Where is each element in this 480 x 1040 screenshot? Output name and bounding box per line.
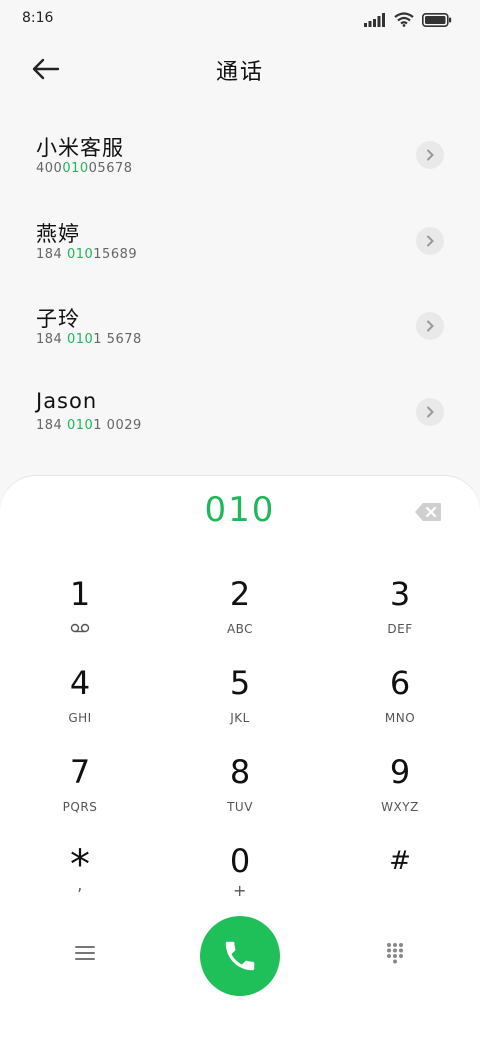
key-digit: 1: [69, 575, 91, 613]
key-digit: 9: [389, 753, 411, 791]
number-suffix: 1 5678: [93, 332, 142, 347]
key-6[interactable]: 6 MNO: [320, 663, 480, 751]
backspace-button[interactable]: [414, 502, 442, 522]
number-suffix: 1 0029: [93, 417, 142, 433]
key-star[interactable]: * ,: [0, 841, 160, 929]
key-5[interactable]: 5 JKL: [160, 663, 320, 751]
call-button[interactable]: [200, 916, 280, 996]
chevron-right-icon: [427, 406, 434, 417]
key-2[interactable]: 2 ABC: [160, 574, 320, 662]
number-prefix: 400: [36, 161, 63, 176]
contact-name: 小米客服: [36, 136, 124, 160]
key-9[interactable]: 9 WXYZ: [320, 752, 480, 840]
signal-icon: [364, 12, 385, 27]
key-digit: 8: [229, 753, 251, 791]
contact-detail-button[interactable]: [416, 141, 444, 169]
key-hash[interactable]: #: [320, 841, 480, 929]
key-digit: 7: [69, 753, 91, 791]
key-8[interactable]: 8 TUV: [160, 752, 320, 840]
key-letters: MNO: [384, 711, 416, 725]
key-digit: 4: [69, 664, 91, 702]
chevron-right-icon: [427, 235, 434, 246]
dialpad-panel: 010 1 2 ABC 3 DEF 4 GHI 5 JKL 6 MNO 7 PQ…: [0, 476, 480, 1040]
key-letters: ABC: [226, 622, 254, 636]
wifi-icon: [394, 12, 414, 27]
contact-detail-button[interactable]: [416, 397, 444, 426]
key-digit: 2: [229, 575, 251, 613]
contact-row[interactable]: 子玲 184 0101 5678: [0, 289, 480, 375]
key-1[interactable]: 1: [0, 574, 160, 662]
key-3[interactable]: 3 DEF: [320, 574, 480, 662]
key-letters: JKL: [230, 711, 250, 725]
number-match: 010: [66, 417, 94, 433]
key-letters: GHI: [68, 711, 92, 725]
contact-number: 40001005678: [36, 161, 133, 176]
contact-row[interactable]: 小米客服 40001005678: [0, 118, 480, 204]
page-title: 通话: [215, 60, 264, 85]
contact-detail-button[interactable]: [416, 226, 444, 255]
contact-name: Jason: [36, 388, 98, 413]
keypad-icon: [387, 943, 403, 964]
key-7[interactable]: 7 PQRS: [0, 752, 160, 840]
key-digit: 6: [389, 664, 411, 702]
number-prefix: 184: [36, 417, 67, 433]
number-prefix: 184: [36, 332, 67, 347]
number-prefix: 184: [36, 246, 67, 262]
menu-icon: [75, 946, 95, 960]
phone-icon: [225, 941, 255, 971]
dialed-number: 010: [204, 490, 276, 530]
contact-detail-button[interactable]: [416, 312, 444, 340]
key-letters: +: [233, 881, 247, 900]
number-suffix: 05678: [88, 161, 133, 176]
contact-name: 子玲: [36, 307, 80, 331]
header: 通话: [0, 44, 480, 94]
contact-row[interactable]: 燕婷 184 01015689: [0, 204, 480, 290]
number-match: 010: [62, 161, 89, 176]
key-digit: 3: [389, 575, 411, 613]
backspace-icon: [415, 503, 441, 521]
contact-number: 184 01015689: [36, 247, 137, 262]
key-digit: 5: [229, 664, 251, 702]
status-time: 8:16: [22, 10, 54, 26]
status-bar: 8:16: [0, 0, 480, 40]
key-digit: 0: [229, 842, 251, 880]
key-letters: DEF: [387, 622, 413, 636]
number-match: 010: [66, 246, 94, 262]
key-letters: PQRS: [62, 800, 98, 814]
key-digit: #: [389, 846, 411, 876]
keypad-toggle-button[interactable]: [386, 942, 404, 964]
chevron-right-icon: [427, 320, 434, 332]
number-match: 010: [66, 332, 94, 347]
key-letters: ,: [77, 875, 83, 894]
chevron-right-icon: [427, 149, 434, 161]
menu-button[interactable]: [74, 944, 96, 962]
voicemail-icon: [0, 622, 160, 636]
contact-row[interactable]: Jason 184 0101 0029: [0, 375, 480, 461]
contact-name: 燕婷: [36, 221, 80, 246]
key-letters: TUV: [227, 800, 253, 814]
contact-number: 184 0101 0029: [36, 418, 142, 433]
contact-suggestions: 小米客服 40001005678 燕婷 184 01015689 子玲 184 …: [0, 118, 480, 460]
status-icons: [364, 12, 452, 27]
battery-icon: [422, 12, 452, 27]
number-suffix: 15689: [93, 246, 138, 262]
key-4[interactable]: 4 GHI: [0, 663, 160, 751]
key-letters: WXYZ: [381, 800, 419, 814]
contact-number: 184 0101 5678: [36, 332, 142, 347]
